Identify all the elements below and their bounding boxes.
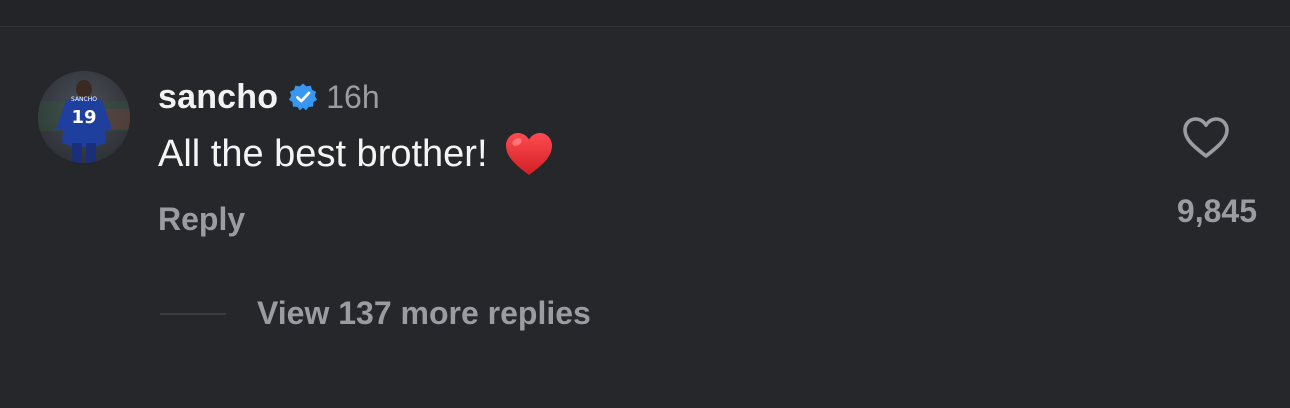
verified-badge-icon <box>288 82 318 112</box>
top-divider <box>0 0 1290 27</box>
timestamp: 16h <box>326 78 380 115</box>
heart-outline-icon[interactable] <box>1181 115 1231 161</box>
red-heart-emoji-icon <box>504 131 554 177</box>
username[interactable]: sancho <box>158 78 278 117</box>
avatar-image: SANCHO 19 <box>38 71 130 163</box>
comment-body: All the best brother! <box>158 131 554 177</box>
avatar[interactable]: SANCHO 19 <box>38 71 130 163</box>
replies-divider-line <box>160 313 226 315</box>
svg-text:19: 19 <box>71 107 96 128</box>
comment-text: All the best brother! <box>158 132 488 175</box>
comment: SANCHO 19 sancho 16h All the best brothe… <box>0 27 1290 408</box>
like-count: 9,845 <box>1176 193 1257 229</box>
reply-button[interactable]: Reply <box>158 201 245 238</box>
view-more-replies-button[interactable]: View 137 more replies <box>257 295 591 332</box>
svg-text:SANCHO: SANCHO <box>71 96 97 103</box>
comment-header: sancho 16h <box>158 77 380 117</box>
